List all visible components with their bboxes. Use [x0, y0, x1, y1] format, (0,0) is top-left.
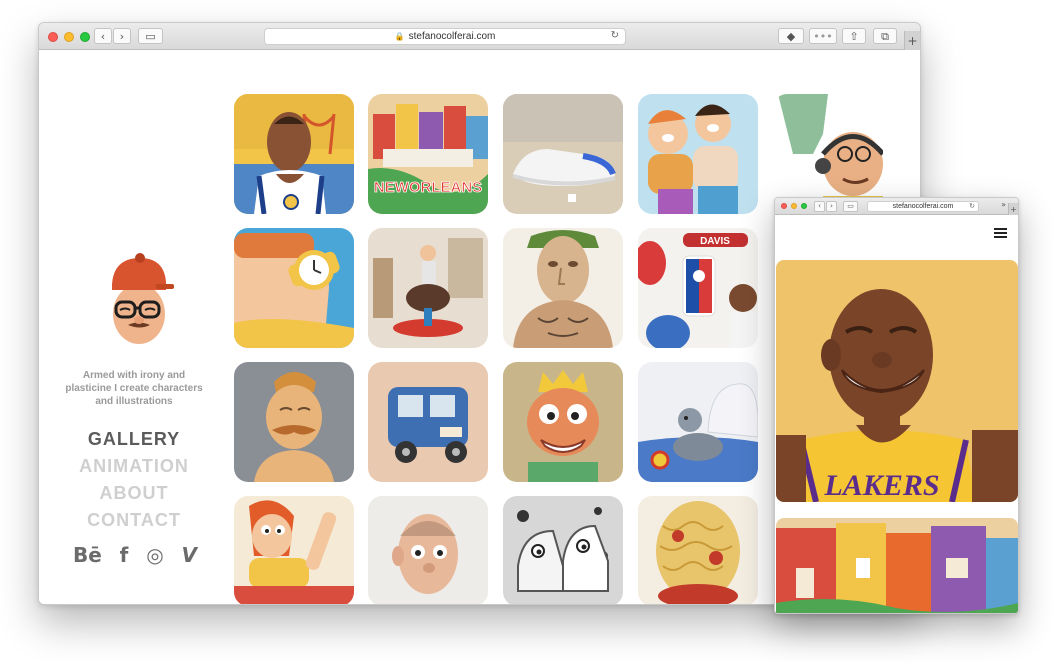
mobile-sidebar-button[interactable]: ▭ [843, 201, 858, 212]
behance-icon[interactable]: Bē [73, 544, 102, 566]
gallery-tile-sneaker[interactable] [503, 94, 623, 214]
mobile-overflow-button[interactable]: » [1001, 200, 1006, 209]
mobile-close-button[interactable] [781, 203, 787, 209]
screenshot-stage: ‹ › ▭ 🔒 stefanocolferai.com ↻ ◆ ••• ⇧ ⧉ … [0, 0, 1058, 662]
gallery-tile-watch-hand[interactable] [234, 228, 354, 348]
gallery-tile-seal-igloo[interactable] [638, 362, 758, 482]
pocket-button[interactable]: ◆ [778, 28, 804, 44]
sidebar-toggle-button[interactable]: ▭ [138, 28, 163, 44]
facebook-icon[interactable]: f [120, 544, 129, 566]
gallery-tile-mustache-bust[interactable] [234, 362, 354, 482]
jersey-text: LAKERS [823, 469, 939, 502]
gallery-tile-jordan-sneakers[interactable] [503, 496, 623, 604]
avatar-logo[interactable] [104, 252, 174, 348]
forward-button[interactable]: › [113, 28, 131, 44]
mobile-next-tile-new-orleans[interactable] [776, 518, 1018, 613]
zoom-window-button[interactable] [80, 32, 90, 42]
social-links: Bē f ◎ V [73, 544, 197, 566]
extensions-button[interactable]: ••• [809, 28, 837, 44]
instagram-icon[interactable]: ◎ [146, 544, 163, 566]
site-tagline: Armed with irony and plasticine I create… [65, 370, 203, 407]
gallery-tile-blue-truck[interactable] [368, 362, 488, 482]
window-controls [48, 32, 90, 42]
close-window-button[interactable] [48, 32, 58, 42]
main-navigation: GALLERY ANIMATION ABOUT CONTACT [74, 426, 194, 534]
gallery-tile-basketball-player[interactable] [234, 94, 354, 214]
gallery-tile-studio-figure[interactable] [368, 228, 488, 348]
share-button[interactable]: ⇧ [842, 28, 866, 44]
new-tab-button[interactable]: + [904, 31, 920, 50]
mobile-address-bar-url: stefanocolferai.com [892, 203, 954, 210]
gallery-tile-headphones-man[interactable] [773, 94, 883, 214]
gallery-tile-redhead-girl[interactable] [234, 496, 354, 604]
nav-animation[interactable]: ANIMATION [74, 453, 194, 480]
mobile-hero-lakers-player[interactable]: LAKERS [776, 260, 1018, 502]
nav-about[interactable]: ABOUT [74, 480, 194, 507]
gallery-tile-tattooed-bust[interactable] [503, 228, 623, 348]
gallery-tile-spaghetti[interactable] [638, 496, 758, 604]
mobile-back-button[interactable]: ‹ [814, 201, 825, 212]
reload-icon[interactable]: ↻ [611, 30, 619, 41]
nav-gallery[interactable]: GALLERY [74, 426, 194, 453]
nav-contact[interactable]: CONTACT [74, 507, 194, 534]
lock-icon: 🔒 [394, 32, 405, 41]
address-bar[interactable]: 🔒 stefanocolferai.com ↻ [264, 28, 626, 45]
gallery-tile-crowned-monster[interactable] [503, 362, 623, 482]
new-orleans-text: NEWORLEANS [374, 179, 482, 196]
mobile-browser-window: ‹ › ▭ stefanocolferai.com ↻ » + LAKERS [774, 197, 1019, 614]
mobile-new-tab-button[interactable]: + [1008, 203, 1018, 215]
hamburger-menu-icon[interactable] [994, 228, 1007, 238]
gallery-tile-bald-head[interactable] [368, 496, 488, 604]
back-button[interactable]: ‹ [94, 28, 112, 44]
mobile-reload-icon[interactable]: ↻ [969, 202, 975, 210]
browser-toolbar: ‹ › ▭ 🔒 stefanocolferai.com ↻ ◆ ••• ⇧ ⧉ … [39, 23, 920, 50]
mobile-window-controls [781, 203, 807, 209]
address-bar-url: stefanocolferai.com [408, 31, 496, 42]
mobile-zoom-button[interactable] [801, 203, 807, 209]
gallery-tile-new-orleans[interactable]: NEWORLEANS [368, 94, 488, 214]
mobile-forward-button[interactable]: › [826, 201, 837, 212]
davis-text: DAVIS [700, 236, 730, 247]
minimize-window-button[interactable] [64, 32, 74, 42]
gallery-tile-cartoon-friends[interactable] [638, 94, 758, 214]
show-tabs-button[interactable]: ⧉ [873, 28, 897, 44]
mobile-browser-toolbar: ‹ › ▭ stefanocolferai.com ↻ » + [775, 198, 1018, 215]
gallery-tile-nba-collage[interactable]: DAVIS [638, 228, 758, 348]
vimeo-icon[interactable]: V [182, 544, 197, 566]
mobile-minimize-button[interactable] [791, 203, 797, 209]
mobile-address-bar[interactable]: stefanocolferai.com ↻ [867, 201, 979, 212]
